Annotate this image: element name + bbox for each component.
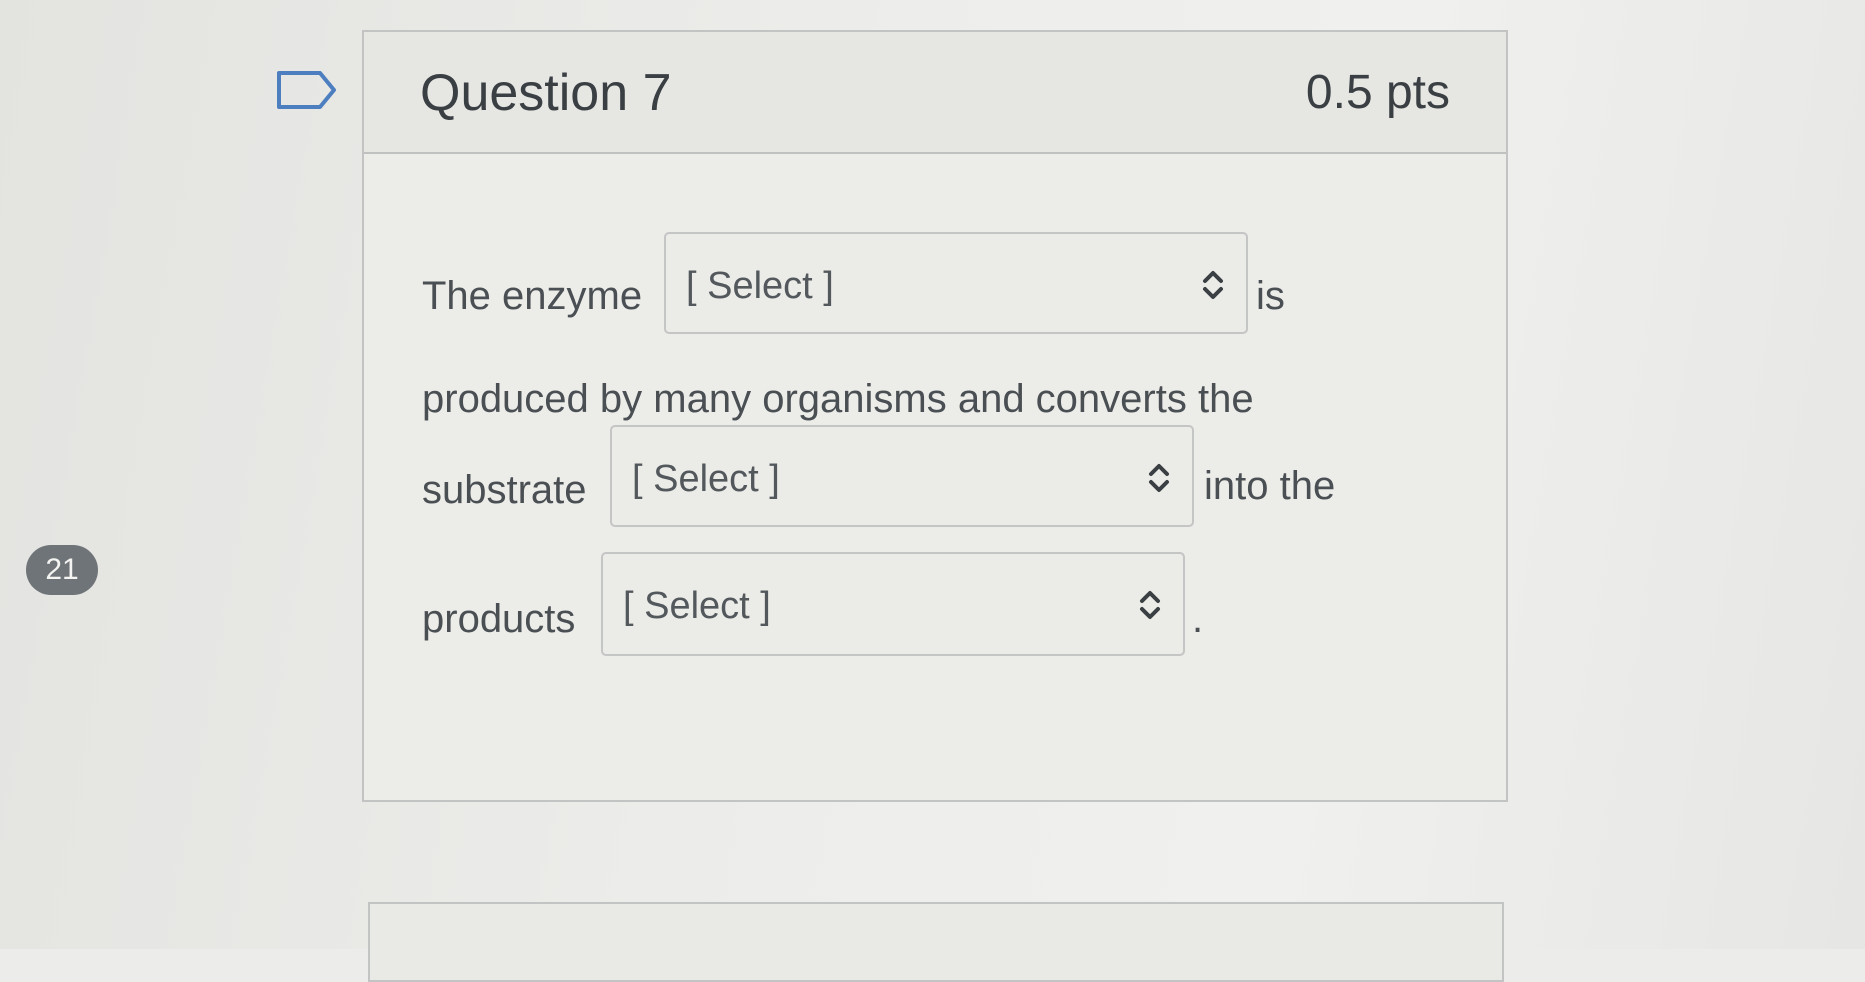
question-text-segment: . bbox=[1192, 597, 1204, 641]
question-text-segment: The enzyme bbox=[422, 274, 643, 318]
substrate-select-value: [ Select ] bbox=[632, 458, 780, 500]
flag-icon[interactable] bbox=[276, 70, 338, 110]
question-text-segment: produced by many organisms and converts … bbox=[422, 377, 1254, 421]
question-text-segment: products bbox=[422, 597, 576, 641]
next-question-card bbox=[368, 902, 1504, 982]
question-card: Question 7 0.5 pts The enzyme [ Select ]… bbox=[362, 30, 1508, 802]
products-select-value: [ Select ] bbox=[623, 585, 771, 627]
question-header: Question 7 0.5 pts bbox=[364, 32, 1506, 154]
question-title: Question 7 bbox=[420, 64, 672, 122]
question-text-segment: into the bbox=[1204, 464, 1336, 508]
question-text-segment: is bbox=[1256, 274, 1285, 318]
chevron-up-down-icon bbox=[1149, 464, 1169, 492]
question-number-badge: 21 bbox=[26, 545, 98, 595]
question-points: 0.5 pts bbox=[1305, 66, 1450, 119]
enzyme-select-value: [ Select ] bbox=[686, 265, 834, 307]
chevron-up-down-icon bbox=[1140, 591, 1160, 619]
chevron-up-down-icon bbox=[1203, 271, 1223, 299]
enzyme-select[interactable]: [ Select ] bbox=[664, 232, 1248, 334]
substrate-select[interactable]: [ Select ] bbox=[610, 425, 1194, 527]
question-text-segment: substrate bbox=[422, 468, 587, 512]
products-select[interactable]: [ Select ] bbox=[601, 552, 1185, 656]
